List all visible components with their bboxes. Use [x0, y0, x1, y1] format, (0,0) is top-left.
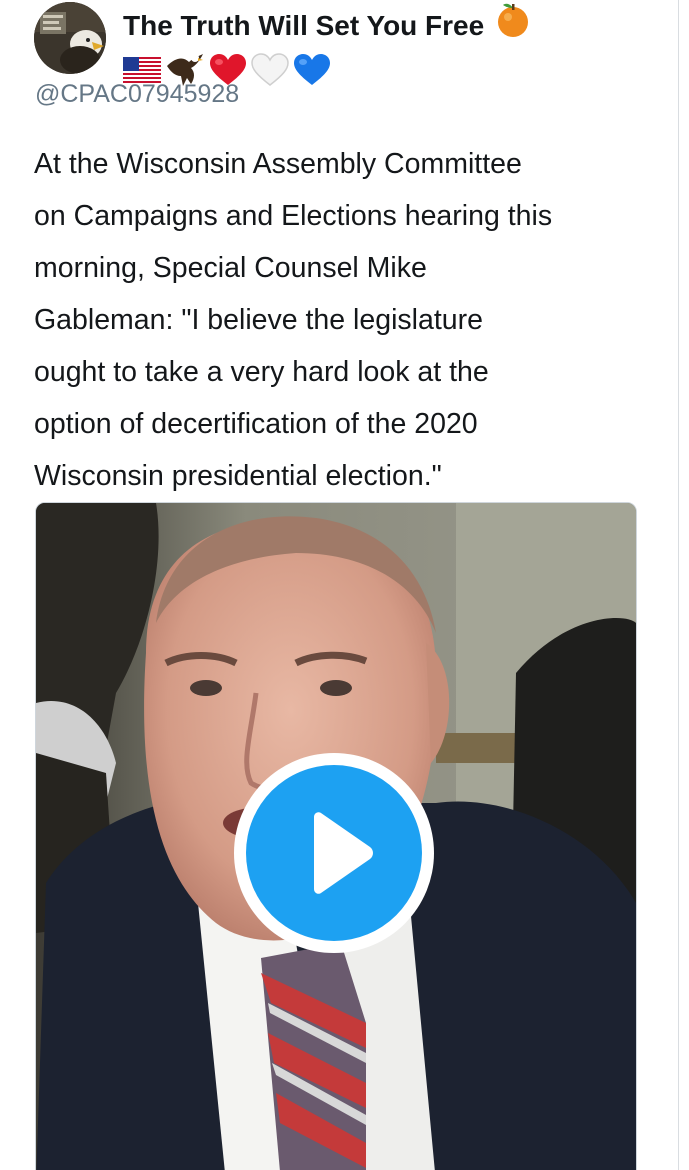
display-name[interactable]: The Truth Will Set You Free — [123, 0, 663, 51]
header-names: The Truth Will Set You Free — [123, 0, 663, 89]
user-handle[interactable]: @CPAC07945928 — [35, 78, 239, 110]
video-player[interactable] — [35, 502, 637, 1170]
play-button-circle — [246, 765, 422, 941]
orange-emoji-icon — [496, 0, 530, 51]
display-name-text: The Truth Will Set You Free — [123, 9, 485, 41]
divider — [678, 0, 679, 1170]
play-button[interactable] — [234, 753, 434, 953]
avatar[interactable] — [34, 2, 106, 74]
avatar-image — [34, 2, 106, 74]
blue-heart-emoji-icon — [293, 53, 331, 87]
play-icon — [314, 812, 373, 894]
tweet-text: At the Wisconsin Assembly Committee on C… — [34, 148, 553, 492]
tweet: The Truth Will Set You Free @CPAC0794592… — [0, 0, 678, 1170]
white-heart-emoji-icon — [251, 53, 289, 87]
